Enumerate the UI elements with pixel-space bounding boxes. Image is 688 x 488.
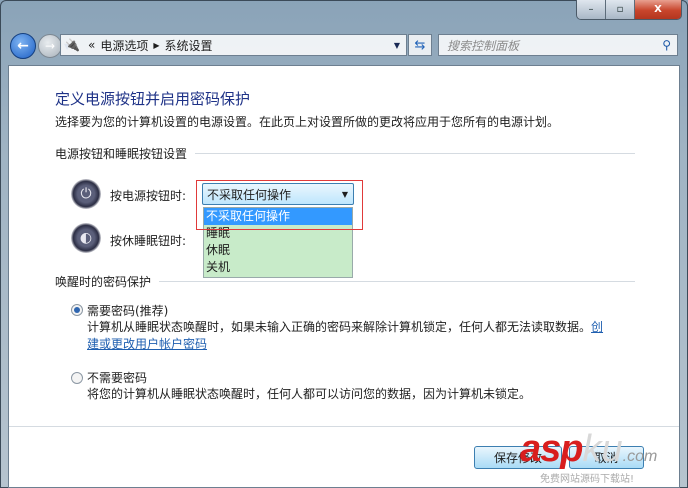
no-password-radio[interactable] <box>71 372 83 384</box>
maximize-button[interactable]: ▫ <box>606 0 635 19</box>
power-button-label: 按电源按钮时: <box>110 189 187 203</box>
power-icon: ⏻ <box>71 179 101 209</box>
breadcrumb-system-settings[interactable]: 系统设置 <box>165 37 213 54</box>
section-title: 唤醒时的密码保护 <box>55 275 152 289</box>
control-panel-icon: 🔌 <box>65 38 80 52</box>
address-dropdown-icon[interactable]: ▼ <box>394 41 400 50</box>
sleep-icon: ◐ <box>71 223 101 253</box>
page-subtitle: 选择要为您的计算机设置的电源设置。在此页上对设置所做的更改将应用于您所有的电源计… <box>55 115 560 129</box>
save-button[interactable]: 保存修改 <box>474 446 562 469</box>
address-bar[interactable]: 🔌 « 电源选项 ▶ 系统设置 ▼ <box>60 34 407 56</box>
close-button[interactable]: X <box>635 0 681 19</box>
search-placeholder: 搜索控制面板 <box>447 38 520 53</box>
section-power-buttons: 电源按钮和睡眠按钮设置 <box>55 145 635 162</box>
page-title: 定义电源按钮并启用密码保护 <box>55 90 251 108</box>
back-button[interactable]: ← <box>10 33 36 59</box>
search-icon[interactable]: ⚲ <box>662 38 671 52</box>
content-pane: 定义电源按钮并启用密码保护 选择要为您的计算机设置的电源设置。在此页上对设置所做… <box>8 65 680 488</box>
caption-buttons: – ▫ X <box>576 0 682 20</box>
divider <box>9 426 679 427</box>
section-title: 电源按钮和睡眠按钮设置 <box>55 147 188 161</box>
highlight-box <box>196 180 363 230</box>
breadcrumb-power-options[interactable]: 电源选项 <box>100 37 148 54</box>
require-password-label[interactable]: 需要密码(推荐) <box>87 302 168 319</box>
refresh-button[interactable]: ⇆ <box>408 34 432 56</box>
require-password-desc: 计算机从睡眠状态唤醒时，如果未输入正确的密码来解除计算机锁定，任何人都无法读取数… <box>87 320 604 351</box>
breadcrumb-overflow[interactable]: « <box>88 38 95 52</box>
cancel-button[interactable]: 取消 <box>569 446 644 469</box>
minimize-button[interactable]: – <box>577 0 606 19</box>
forward-button[interactable]: → <box>38 34 62 58</box>
sleep-button-label: 按休睡眠钮时: <box>110 234 187 248</box>
option-hibernate[interactable]: 休眠 <box>204 242 352 259</box>
search-input[interactable]: 搜索控制面板 ⚲ <box>438 34 678 56</box>
option-shutdown[interactable]: 关机 <box>204 259 352 276</box>
no-password-desc: 将您的计算机从睡眠状态唤醒时，任何人都可以访问您的数据，因为计算机未锁定。 <box>87 387 532 401</box>
create-password-link[interactable]: 创 <box>591 320 603 334</box>
no-password-label[interactable]: 不需要密码 <box>87 369 147 386</box>
create-password-link-cont[interactable]: 建或更改用户帐户密码 <box>87 337 207 351</box>
require-password-radio[interactable] <box>71 304 83 316</box>
chevron-right-icon[interactable]: ▶ <box>153 41 159 50</box>
